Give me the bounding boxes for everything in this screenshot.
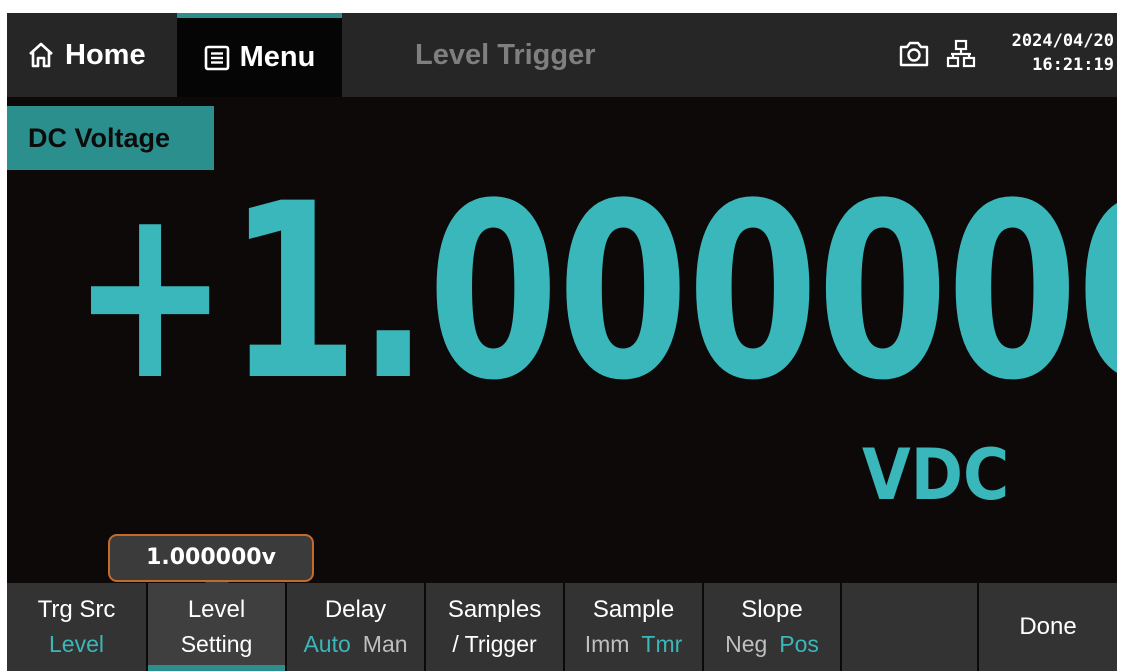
softkey-empty[interactable] [842,583,979,671]
softkey-level-setting[interactable]: Level Setting [148,583,287,671]
softkey-label-line2: / Trigger [452,631,537,657]
measurement-reading: +1.000000 [71,152,1117,434]
date-text: 2024/04/20 [1011,31,1114,51]
datetime: 2024/04/20 16:21:19 [992,29,1114,77]
camera-icon[interactable] [897,39,931,69]
softkey-label: Done [1019,613,1077,640]
home-tab[interactable]: Home [7,13,177,97]
softkey-bar: Trg Src Level Level Setting Delay Auto Ma… [7,583,1117,671]
softkey-label: Slope [741,596,803,623]
level-value-popup: 1.000000v [108,534,314,582]
instrument-screen: Home Menu Level Trigger 2024/04/20 16:21… [7,13,1117,671]
option-pos: Pos [779,631,819,657]
measurement-unit: VDC [862,434,1010,516]
softkey-sample-source[interactable]: Sample Imm Tmr [565,583,704,671]
home-icon [29,42,53,68]
softkey-label-line2: Setting [180,631,253,657]
softkey-done[interactable]: Done [979,583,1117,671]
time-text: 16:21:19 [1032,55,1114,75]
option-man: Man [362,631,408,657]
menu-icon [204,45,229,70]
option-tmr: Tmr [641,631,683,657]
softkey-label: Trg Src [37,596,116,623]
softkey-label: Samples [447,596,542,623]
option-imm: Imm [584,631,630,657]
option-neg: Neg [725,631,768,657]
menu-tab[interactable]: Menu [177,13,342,97]
softkey-label: Level [187,596,246,623]
softkey-label: Sample [592,596,675,623]
softkey-samples-per-trigger[interactable]: Samples / Trigger [426,583,565,671]
option-auto: Auto [303,631,351,657]
screen-title: Level Trigger [415,39,596,71]
header-bar: Home Menu Level Trigger 2024/04/20 16:21… [7,13,1117,97]
softkey-slope[interactable]: Slope Neg Pos [704,583,842,671]
network-icon[interactable] [946,39,976,69]
menu-label: Menu [239,41,316,73]
softkey-trigger-source[interactable]: Trg Src Level [7,583,148,671]
softkey-value: Level [49,631,104,657]
home-label: Home [65,38,146,71]
softkey-label: Delay [324,596,387,623]
softkey-delay[interactable]: Delay Auto Man [287,583,426,671]
